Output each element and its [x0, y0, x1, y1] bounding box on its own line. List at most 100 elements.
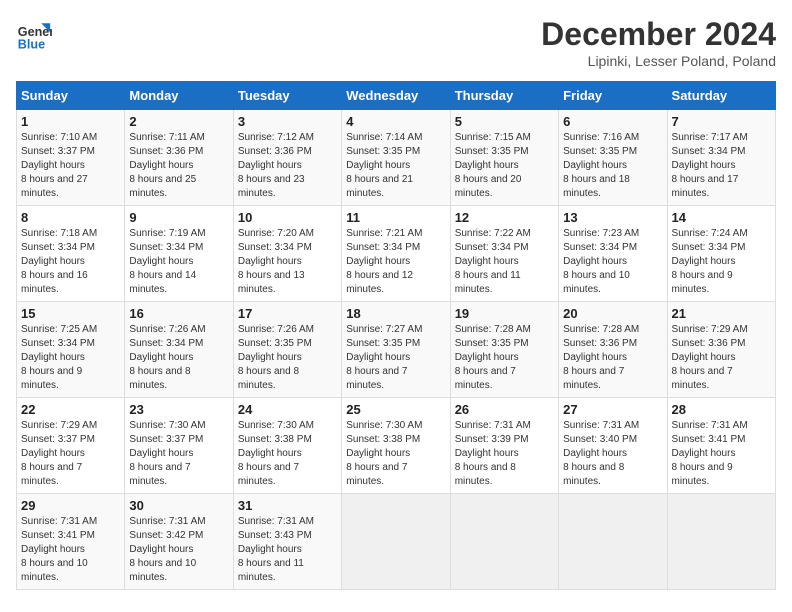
calendar-cell: [450, 494, 558, 590]
cell-info: Sunrise: 7:17 AM Sunset: 3:34 PM Dayligh…: [672, 131, 771, 201]
cell-info: Sunrise: 7:31 AM Sunset: 3:41 PM Dayligh…: [21, 515, 120, 585]
cell-info: Sunrise: 7:25 AM Sunset: 3:34 PM Dayligh…: [21, 323, 120, 393]
day-number: 24: [238, 402, 337, 417]
day-number: 21: [672, 306, 771, 321]
weekday-header: Wednesday: [342, 82, 450, 110]
cell-info: Sunrise: 7:26 AM Sunset: 3:35 PM Dayligh…: [238, 323, 337, 393]
calendar-cell: 2 Sunrise: 7:11 AM Sunset: 3:36 PM Dayli…: [125, 110, 233, 206]
cell-info: Sunrise: 7:20 AM Sunset: 3:34 PM Dayligh…: [238, 227, 337, 297]
calendar-cell: 26 Sunrise: 7:31 AM Sunset: 3:39 PM Dayl…: [450, 398, 558, 494]
cell-info: Sunrise: 7:14 AM Sunset: 3:35 PM Dayligh…: [346, 131, 445, 201]
day-number: 27: [563, 402, 662, 417]
day-number: 9: [129, 210, 228, 225]
calendar-cell: 31 Sunrise: 7:31 AM Sunset: 3:43 PM Dayl…: [233, 494, 341, 590]
day-number: 25: [346, 402, 445, 417]
title-area: December 2024 Lipinki, Lesser Poland, Po…: [541, 16, 776, 69]
calendar-cell: 20 Sunrise: 7:28 AM Sunset: 3:36 PM Dayl…: [559, 302, 667, 398]
day-number: 17: [238, 306, 337, 321]
calendar-cell: 16 Sunrise: 7:26 AM Sunset: 3:34 PM Dayl…: [125, 302, 233, 398]
day-number: 5: [455, 114, 554, 129]
weekday-header: Friday: [559, 82, 667, 110]
cell-info: Sunrise: 7:19 AM Sunset: 3:34 PM Dayligh…: [129, 227, 228, 297]
weekday-header: Thursday: [450, 82, 558, 110]
calendar-week: 8 Sunrise: 7:18 AM Sunset: 3:34 PM Dayli…: [17, 206, 776, 302]
calendar-cell: 21 Sunrise: 7:29 AM Sunset: 3:36 PM Dayl…: [667, 302, 775, 398]
day-number: 30: [129, 498, 228, 513]
weekday-header: Tuesday: [233, 82, 341, 110]
day-number: 31: [238, 498, 337, 513]
calendar-cell: [667, 494, 775, 590]
day-number: 22: [21, 402, 120, 417]
calendar-week: 29 Sunrise: 7:31 AM Sunset: 3:41 PM Dayl…: [17, 494, 776, 590]
weekday-header: Saturday: [667, 82, 775, 110]
calendar-cell: 3 Sunrise: 7:12 AM Sunset: 3:36 PM Dayli…: [233, 110, 341, 206]
day-number: 12: [455, 210, 554, 225]
cell-info: Sunrise: 7:31 AM Sunset: 3:40 PM Dayligh…: [563, 419, 662, 489]
calendar-cell: 19 Sunrise: 7:28 AM Sunset: 3:35 PM Dayl…: [450, 302, 558, 398]
calendar-cell: 24 Sunrise: 7:30 AM Sunset: 3:38 PM Dayl…: [233, 398, 341, 494]
calendar-cell: 23 Sunrise: 7:30 AM Sunset: 3:37 PM Dayl…: [125, 398, 233, 494]
calendar-cell: 22 Sunrise: 7:29 AM Sunset: 3:37 PM Dayl…: [17, 398, 125, 494]
day-number: 18: [346, 306, 445, 321]
calendar-cell: 15 Sunrise: 7:25 AM Sunset: 3:34 PM Dayl…: [17, 302, 125, 398]
calendar-cell: 13 Sunrise: 7:23 AM Sunset: 3:34 PM Dayl…: [559, 206, 667, 302]
day-number: 29: [21, 498, 120, 513]
day-number: 20: [563, 306, 662, 321]
calendar-cell: [559, 494, 667, 590]
day-number: 2: [129, 114, 228, 129]
day-number: 10: [238, 210, 337, 225]
day-number: 4: [346, 114, 445, 129]
weekday-header: Sunday: [17, 82, 125, 110]
cell-info: Sunrise: 7:21 AM Sunset: 3:34 PM Dayligh…: [346, 227, 445, 297]
day-number: 8: [21, 210, 120, 225]
calendar-cell: 6 Sunrise: 7:16 AM Sunset: 3:35 PM Dayli…: [559, 110, 667, 206]
day-number: 7: [672, 114, 771, 129]
calendar-week: 22 Sunrise: 7:29 AM Sunset: 3:37 PM Dayl…: [17, 398, 776, 494]
header: General Blue December 2024 Lipinki, Less…: [16, 16, 776, 69]
day-number: 14: [672, 210, 771, 225]
logo-icon: General Blue: [16, 16, 52, 52]
weekday-header: Monday: [125, 82, 233, 110]
calendar-cell: 28 Sunrise: 7:31 AM Sunset: 3:41 PM Dayl…: [667, 398, 775, 494]
cell-info: Sunrise: 7:29 AM Sunset: 3:37 PM Dayligh…: [21, 419, 120, 489]
calendar-cell: 5 Sunrise: 7:15 AM Sunset: 3:35 PM Dayli…: [450, 110, 558, 206]
day-number: 3: [238, 114, 337, 129]
cell-info: Sunrise: 7:31 AM Sunset: 3:39 PM Dayligh…: [455, 419, 554, 489]
cell-info: Sunrise: 7:30 AM Sunset: 3:38 PM Dayligh…: [238, 419, 337, 489]
location-title: Lipinki, Lesser Poland, Poland: [541, 53, 776, 69]
calendar-cell: 12 Sunrise: 7:22 AM Sunset: 3:34 PM Dayl…: [450, 206, 558, 302]
day-number: 13: [563, 210, 662, 225]
calendar-cell: 8 Sunrise: 7:18 AM Sunset: 3:34 PM Dayli…: [17, 206, 125, 302]
cell-info: Sunrise: 7:30 AM Sunset: 3:38 PM Dayligh…: [346, 419, 445, 489]
cell-info: Sunrise: 7:12 AM Sunset: 3:36 PM Dayligh…: [238, 131, 337, 201]
cell-info: Sunrise: 7:31 AM Sunset: 3:43 PM Dayligh…: [238, 515, 337, 585]
cell-info: Sunrise: 7:22 AM Sunset: 3:34 PM Dayligh…: [455, 227, 554, 297]
cell-info: Sunrise: 7:23 AM Sunset: 3:34 PM Dayligh…: [563, 227, 662, 297]
calendar-cell: 10 Sunrise: 7:20 AM Sunset: 3:34 PM Dayl…: [233, 206, 341, 302]
day-number: 28: [672, 402, 771, 417]
svg-text:Blue: Blue: [18, 37, 45, 51]
calendar-cell: 25 Sunrise: 7:30 AM Sunset: 3:38 PM Dayl…: [342, 398, 450, 494]
cell-info: Sunrise: 7:31 AM Sunset: 3:42 PM Dayligh…: [129, 515, 228, 585]
cell-info: Sunrise: 7:18 AM Sunset: 3:34 PM Dayligh…: [21, 227, 120, 297]
calendar-cell: 4 Sunrise: 7:14 AM Sunset: 3:35 PM Dayli…: [342, 110, 450, 206]
cell-info: Sunrise: 7:16 AM Sunset: 3:35 PM Dayligh…: [563, 131, 662, 201]
cell-info: Sunrise: 7:10 AM Sunset: 3:37 PM Dayligh…: [21, 131, 120, 201]
day-number: 15: [21, 306, 120, 321]
calendar-table: SundayMondayTuesdayWednesdayThursdayFrid…: [16, 81, 776, 590]
day-number: 6: [563, 114, 662, 129]
calendar-week: 1 Sunrise: 7:10 AM Sunset: 3:37 PM Dayli…: [17, 110, 776, 206]
calendar-cell: 18 Sunrise: 7:27 AM Sunset: 3:35 PM Dayl…: [342, 302, 450, 398]
calendar-cell: 14 Sunrise: 7:24 AM Sunset: 3:34 PM Dayl…: [667, 206, 775, 302]
day-number: 11: [346, 210, 445, 225]
header-row: SundayMondayTuesdayWednesdayThursdayFrid…: [17, 82, 776, 110]
calendar-week: 15 Sunrise: 7:25 AM Sunset: 3:34 PM Dayl…: [17, 302, 776, 398]
cell-info: Sunrise: 7:30 AM Sunset: 3:37 PM Dayligh…: [129, 419, 228, 489]
calendar-cell: 1 Sunrise: 7:10 AM Sunset: 3:37 PM Dayli…: [17, 110, 125, 206]
month-title: December 2024: [541, 16, 776, 53]
calendar-cell: 27 Sunrise: 7:31 AM Sunset: 3:40 PM Dayl…: [559, 398, 667, 494]
cell-info: Sunrise: 7:28 AM Sunset: 3:35 PM Dayligh…: [455, 323, 554, 393]
calendar-cell: [342, 494, 450, 590]
cell-info: Sunrise: 7:24 AM Sunset: 3:34 PM Dayligh…: [672, 227, 771, 297]
cell-info: Sunrise: 7:15 AM Sunset: 3:35 PM Dayligh…: [455, 131, 554, 201]
